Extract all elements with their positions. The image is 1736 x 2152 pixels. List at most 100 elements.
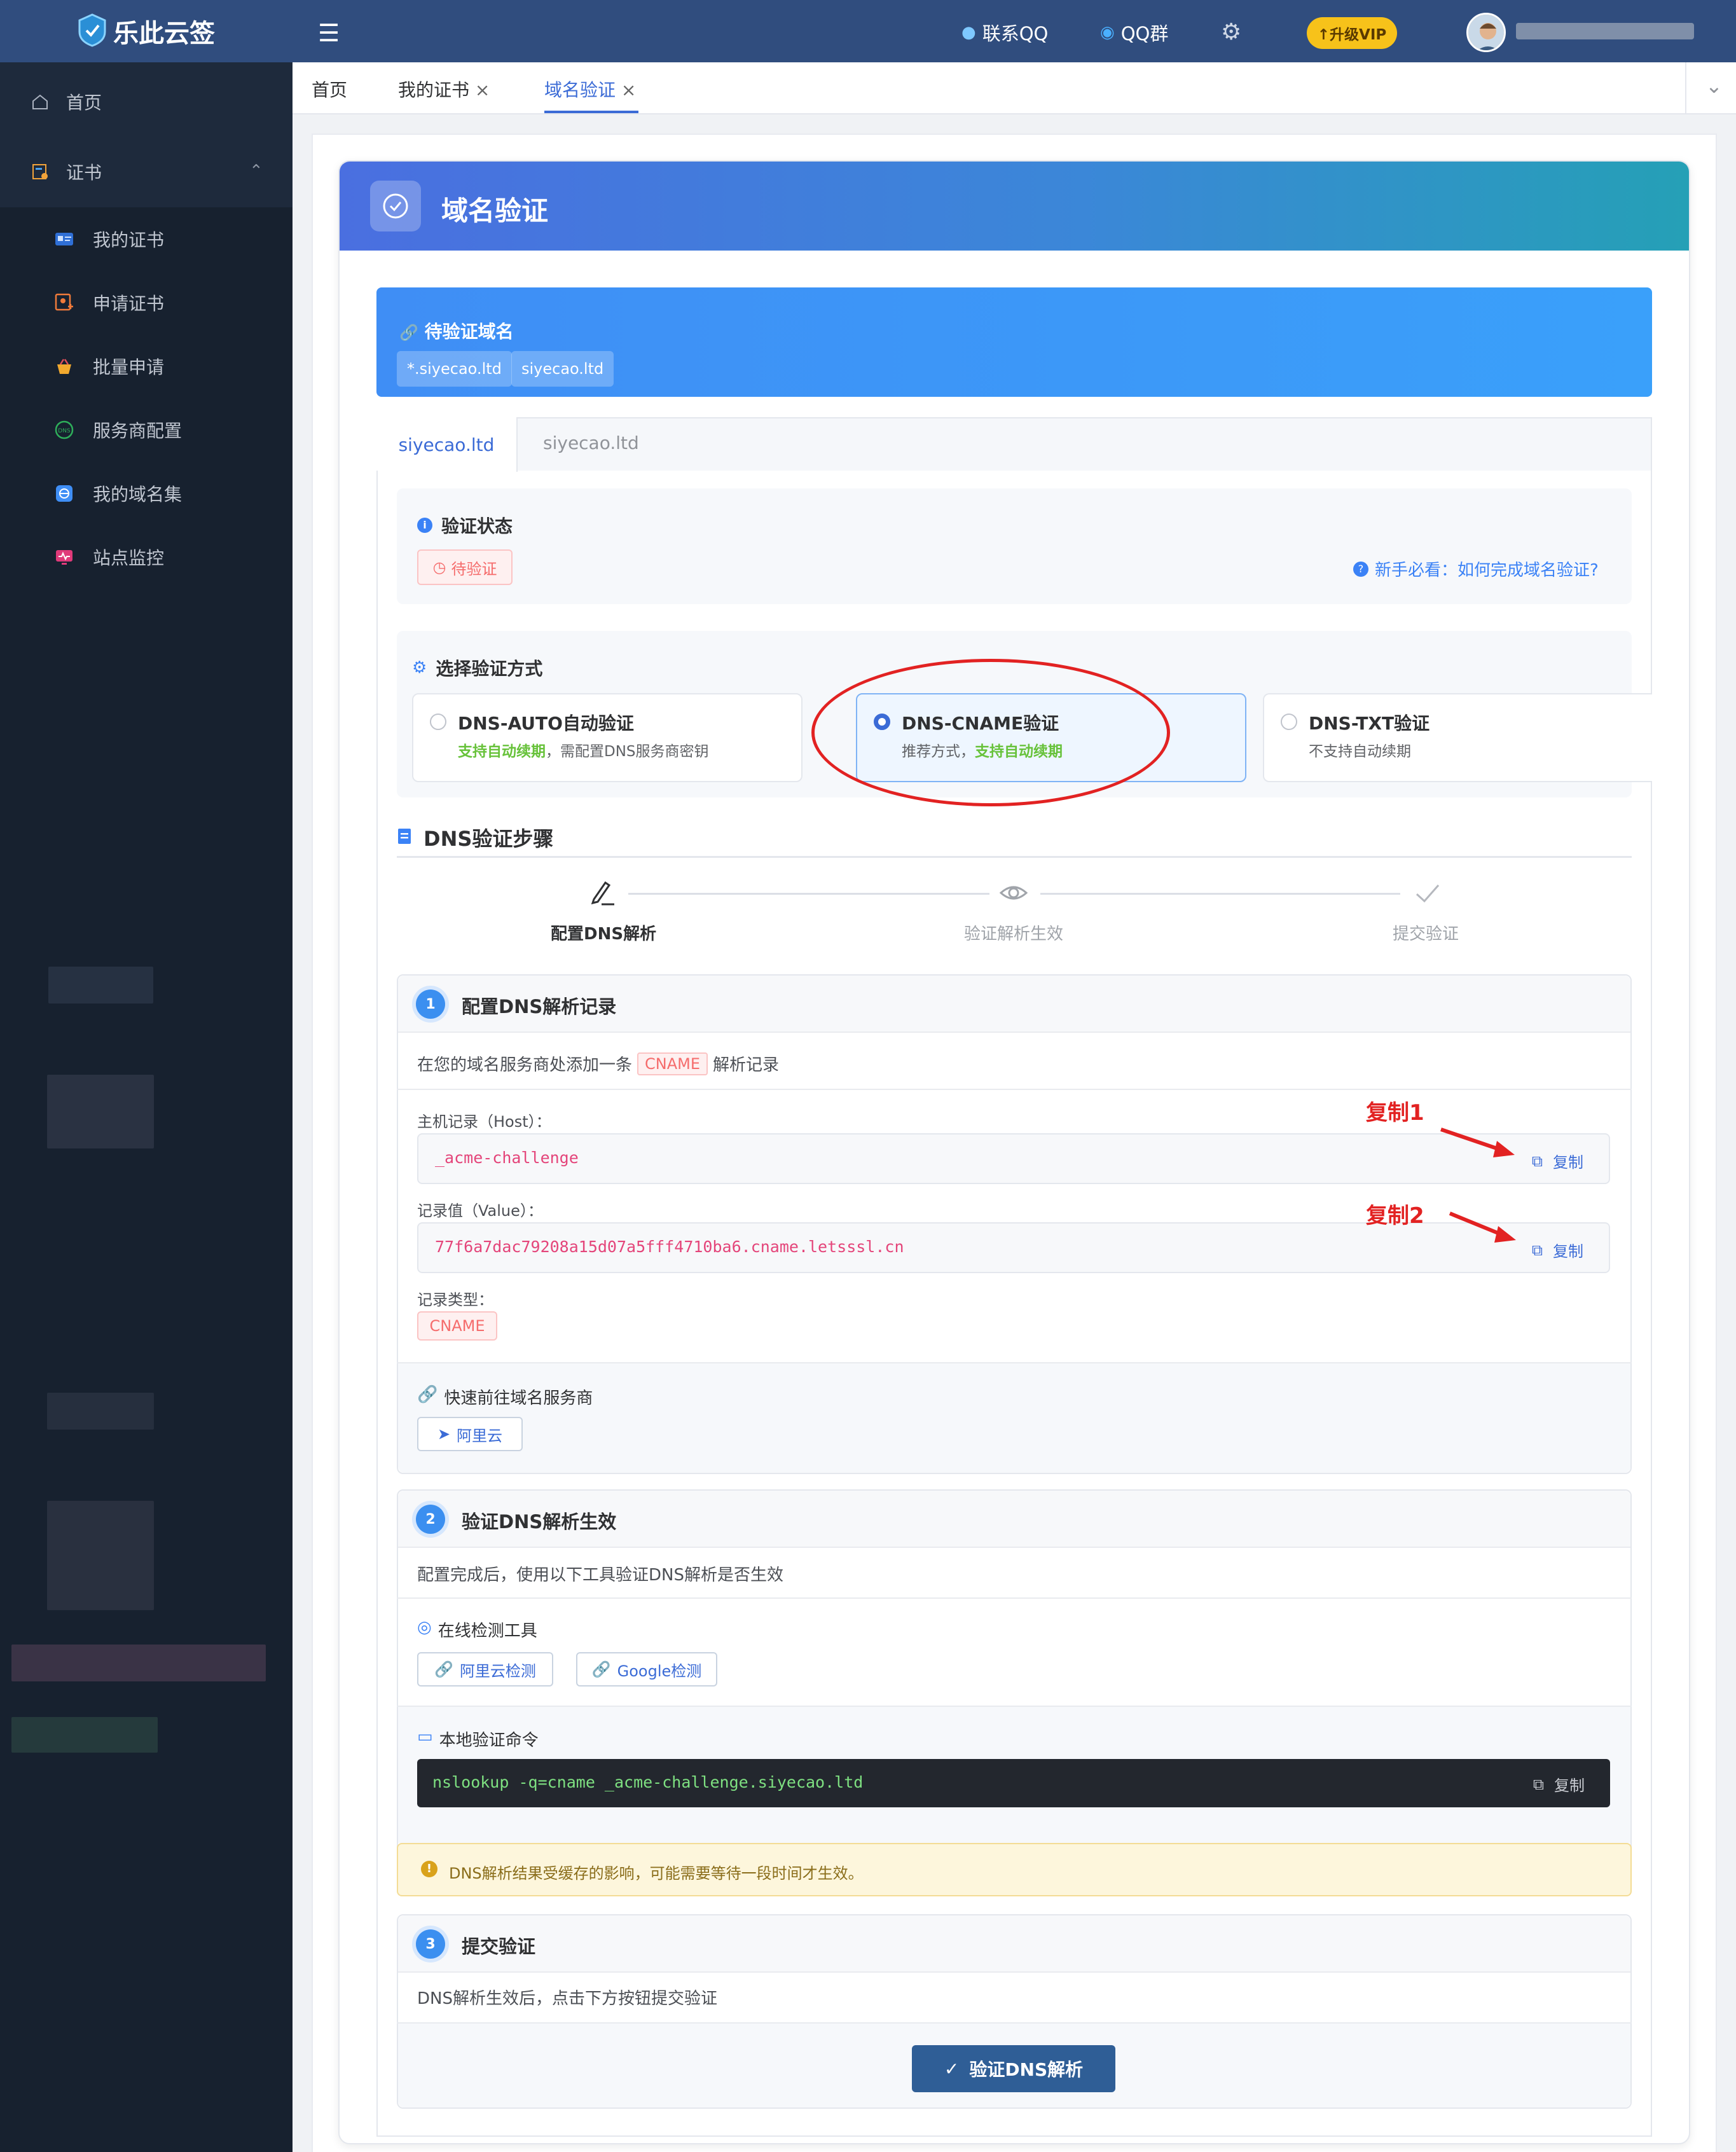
svg-text:DNS: DNS (58, 428, 71, 434)
divider (1685, 62, 1686, 114)
value-label: 记录值（Value）： (417, 1202, 543, 1220)
blurred-item (47, 1501, 154, 1610)
sidebar-item-label: 申请证书 (93, 293, 165, 314)
google-check-button[interactable]: 🔗 Google检测 (576, 1652, 717, 1686)
link-icon: 🔗 (591, 1660, 611, 1678)
username-blurred (1516, 23, 1694, 39)
domain-chip: *.siyecao.ltd (397, 351, 512, 387)
annotation-copy2: 复制2 (1366, 1203, 1424, 1229)
value-field: 77f6a7dac79208a15d07a5fff4710ba6.cname.l… (417, 1222, 1610, 1273)
question-icon: ? (1353, 561, 1368, 577)
chevron-up-icon: ⌃ (249, 162, 263, 181)
step-label-submit: 提交验证 (1393, 925, 1459, 944)
annotation-copy1: 复制1 (1366, 1100, 1424, 1126)
aliyun-button[interactable]: ➤ 阿里云 (417, 1417, 523, 1451)
close-icon[interactable]: × (475, 79, 490, 100)
copy-icon: ⧉ (1533, 1775, 1544, 1793)
upgrade-vip-button[interactable]: ↑升级VIP (1307, 17, 1397, 49)
divider (397, 1597, 1632, 1599)
blurred-item (11, 1645, 266, 1681)
basket-icon (53, 355, 75, 377)
step3-intro: DNS解析生效后，点击下方按钮提交验证 (417, 1989, 717, 2008)
warning-icon: ! (421, 1861, 437, 1877)
help-link[interactable]: ? 新手必看：如何完成域名验证? (1353, 557, 1599, 581)
command-box: nslookup -q=cname _acme-challenge.siyeca… (417, 1759, 1610, 1807)
tab-label: 域名验证 (544, 79, 616, 100)
verify-dns-button[interactable]: ✓ 验证DNS解析 (912, 2045, 1115, 2092)
step-title: 验证DNS解析生效 (462, 1511, 617, 1533)
apply-icon (53, 292, 75, 314)
step-connector (628, 893, 989, 895)
check-icon: ✓ (944, 2058, 960, 2080)
local-command-label: ▭ 本地验证命令 (417, 1727, 539, 1750)
avatar[interactable] (1466, 13, 1506, 52)
sidebar-item-certificate[interactable]: 证书 ⌃ (0, 158, 293, 186)
step-connector (1040, 893, 1400, 895)
blurred-item (47, 1393, 154, 1430)
tab-bar: 首页 我的证书 × 域名验证 × ⌄ (293, 62, 1736, 114)
info-icon: i (417, 518, 432, 533)
blurred-item (48, 967, 153, 1004)
top-bar: ☰ ● 联系QQ ◉ QQ群 ⚙ ↑升级VIP (293, 0, 1736, 62)
domain-tab-active[interactable]: siyecao.ltd (376, 417, 518, 472)
qq-group-link[interactable]: ◉ QQ群 (1100, 19, 1168, 46)
copy-command-button[interactable]: ⧉ 复制 (1533, 1773, 1585, 1795)
domain-tab[interactable]: siyecao.ltd (543, 432, 639, 453)
monitor-icon (53, 546, 75, 568)
qq-group-icon: ◉ (1100, 23, 1115, 42)
quick-provider-section (398, 1363, 1630, 1473)
radio-button[interactable] (1281, 714, 1297, 730)
tab-label: 我的证书 (398, 79, 470, 100)
sidebar-item-home[interactable]: 首页 (0, 88, 293, 116)
sidebar-item-domain-sets[interactable]: 我的域名集 (0, 479, 293, 507)
option-desc: 支持自动续期，需配置DNS服务商密钥 (458, 743, 709, 760)
settings-gear-icon[interactable]: ⚙ (1221, 19, 1241, 45)
method-option-dns-auto[interactable]: DNS-AUTO自动验证 支持自动续期，需配置DNS服务商密钥 (412, 693, 803, 782)
domain-chip: siyecao.ltd (511, 351, 614, 387)
menu-toggle-icon[interactable]: ☰ (318, 19, 340, 47)
link-icon: 🔗 (434, 1660, 453, 1678)
step1-intro: 在您的域名服务商处添加一条 CNAME 解析记录 (417, 1052, 779, 1075)
page-title: 域名验证 (441, 195, 549, 226)
copy-value-button[interactable]: ⧉ 复制 (1532, 1239, 1583, 1261)
contact-qq-link[interactable]: ● 联系QQ (961, 19, 1048, 46)
settings-icon: ⚙ (412, 658, 427, 677)
step1-header: 1 配置DNS解析记录 (398, 976, 1630, 1033)
steps-title: DNS验证步骤 (397, 823, 553, 852)
method-option-dns-txt[interactable]: DNS-TXT验证 不支持自动续期 (1263, 693, 1652, 782)
host-value: _acme-challenge (435, 1148, 579, 1167)
logo-icon (78, 13, 106, 47)
sidebar-item-label: 首页 (66, 92, 102, 113)
tab-home[interactable]: 首页 (312, 76, 347, 102)
tab-domain-verify[interactable]: 域名验证 × (544, 76, 636, 102)
sidebar-item-site-monitor[interactable]: 站点监控 (0, 543, 293, 571)
card-header: 域名验证 (340, 162, 1689, 251)
close-icon[interactable]: × (621, 79, 636, 100)
aliyun-check-button[interactable]: 🔗 阿里云检测 (417, 1652, 553, 1686)
sidebar: 乐此云签 首页 证书 ⌃ 我的证书 申请证书 批量申请 DNS 服务商配置 我的… (0, 0, 293, 2152)
app-name: 乐此云签 (113, 19, 215, 48)
chevron-down-icon[interactable]: ⌄ (1705, 74, 1723, 98)
radio-button[interactable] (430, 714, 446, 730)
sidebar-item-my-certificates[interactable]: 我的证书 (0, 225, 293, 253)
copy-host-button[interactable]: ⧉ 复制 (1532, 1150, 1583, 1172)
check-circle-icon (370, 181, 421, 231)
tab-my-certificates[interactable]: 我的证书 × (398, 76, 490, 102)
id-card-icon (53, 228, 75, 250)
sidebar-item-provider-config[interactable]: DNS 服务商配置 (0, 416, 293, 444)
check-icon (1412, 878, 1442, 908)
clock-icon: ◷ (432, 558, 446, 576)
step-label-verify: 验证解析生效 (964, 925, 1064, 944)
sidebar-item-batch-apply[interactable]: 批量申请 (0, 352, 293, 380)
record-type-tag: CNAME (417, 1311, 497, 1341)
status-label: i 验证状态 (417, 513, 513, 538)
step-number: 1 (416, 990, 445, 1019)
status-section (397, 488, 1632, 604)
home-icon (29, 91, 51, 113)
method-label: ⚙ 选择验证方式 (412, 658, 543, 679)
app-logo[interactable]: 乐此云签 (0, 0, 293, 62)
step2-header: 2 验证DNS解析生效 (398, 1491, 1630, 1548)
sidebar-item-apply-certificate[interactable]: 申请证书 (0, 289, 293, 317)
qq-group-label: QQ群 (1120, 23, 1169, 45)
sidebar-item-label: 证书 (66, 162, 102, 183)
